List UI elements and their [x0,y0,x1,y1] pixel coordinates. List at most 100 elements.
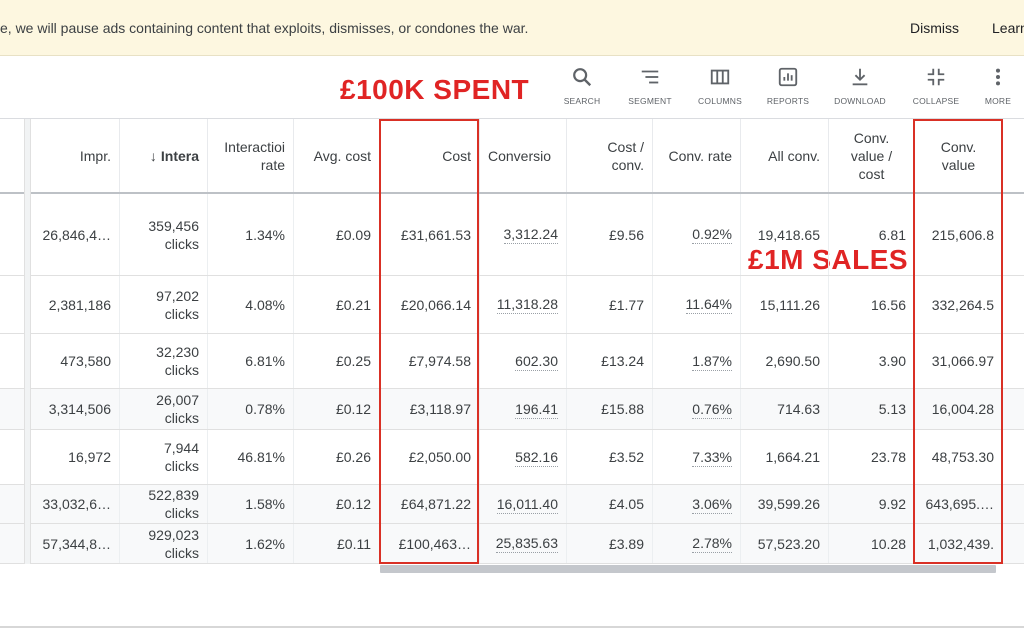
cell-all: 57,523.20 [740,524,828,563]
table-row: 26,846,4… 359,456 clicks 1.34% £0.09 £31,661.… [0,194,1024,276]
cell-cpc: £3.52 [566,430,652,484]
reports-tool-label: REPORTS [766,96,810,106]
cell-conv: 25,835.63 [479,524,566,563]
frozen-column-edge [24,119,31,564]
table-row: 473,580 32,230 clicks 6.81% £0.25 £7,974.58 60… [0,334,1024,389]
header-conversions[interactable]: Conversio [479,119,566,192]
cell-cpc: £3.89 [566,524,652,563]
dismiss-button[interactable]: Dismiss [910,20,959,36]
cell-cvc: 23.78 [828,430,914,484]
header-cost-per-conv[interactable]: Cost / conv. [566,119,652,192]
columns-tool-label: COLUMNS [698,96,742,106]
segment-tool-label: SEGMENT [628,96,672,106]
cell-crate: 1.87% [652,334,740,388]
cell-conv: 602.30 [479,334,566,388]
cell-impr: 33,032,6… [29,485,119,523]
spent-annotation: £100K SPENT [340,74,530,105]
columns-icon [710,69,730,85]
collapse-tool-label: COLLAPSE [912,96,960,106]
cell-avg: £0.21 [293,276,379,333]
sort-arrow-icon: ↓ [149,147,157,164]
cell-impr: 473,580 [29,334,119,388]
cell-impr: 3,314,506 [29,389,119,429]
cell-cvc: 5.13 [828,389,914,429]
cell-avg: £0.11 [293,524,379,563]
columns-tool[interactable]: COLUMNS [690,66,750,106]
cell-all: 1,664.21 [740,430,828,484]
cell-avg: £0.12 [293,485,379,523]
header-conv-rate[interactable]: Conv. rate [652,119,740,192]
cell-rate: 1.34% [207,194,293,275]
table-row: 16,972 7,944 clicks 46.81% £0.26 £2,050.00 582… [0,430,1024,485]
cell-rate: 46.81% [207,430,293,484]
header-avg-cost[interactable]: Avg. cost [293,119,379,192]
search-tool-label: SEARCH [563,96,601,106]
cell-impr: 57,344,8… [29,524,119,563]
cell-crate: 0.92% [652,194,740,275]
cost-highlight-box [379,119,479,564]
cell-int: 522,839 clicks [119,485,207,523]
cell-cpc: £9.56 [566,194,652,275]
cell-impr: 2,381,186 [29,276,119,333]
cell-crate: 3.06% [652,485,740,523]
table-row: 2,381,186 97,202 clicks 4.08% £0.21 £20,066.1… [0,276,1024,334]
cell-all: 714.63 [740,389,828,429]
banner-message: e, we will pause ads containing content … [0,20,529,36]
cell-crate: 2.78% [652,524,740,563]
header-interactions[interactable]: ↓ Intera [119,119,207,192]
search-tool[interactable]: SEARCH [552,66,612,106]
cell-cpc: £15.88 [566,389,652,429]
header-all-conv[interactable]: All conv. [740,119,828,192]
cell-crate: 0.76% [652,389,740,429]
header-impr[interactable]: Impr. [29,119,119,192]
cell-conv: 582.16 [479,430,566,484]
collapse-tool[interactable]: COLLAPSE [906,66,966,106]
table-row: 3,314,506 26,007 clicks 0.78% £0.12 £3,118.97… [0,389,1024,430]
header-interaction-rate[interactable]: Interactioi rate [207,119,293,192]
cell-cvc: 6.81 [828,194,914,275]
horizontal-scrollbar[interactable] [380,565,996,573]
learn-more-link[interactable]: Learn [992,20,1024,36]
cell-conv: 196.41 [479,389,566,429]
reports-icon [778,67,798,87]
more-tool-label: MORE [984,96,1012,106]
collapse-icon [927,68,945,86]
cell-rate: 1.58% [207,485,293,523]
segment-icon [641,70,659,84]
cell-cvc: 3.90 [828,334,914,388]
policy-banner: e, we will pause ads containing content … [0,0,1024,56]
cell-cpc: £13.24 [566,334,652,388]
cell-avg: £0.09 [293,194,379,275]
reports-tool[interactable]: REPORTS [758,66,818,106]
cell-all: 19,418.65 [740,194,828,275]
cell-avg: £0.12 [293,389,379,429]
more-vert-icon [995,68,1001,86]
cell-rate: 4.08% [207,276,293,333]
table-row: 57,344,8… 929,023 clicks 1.62% £0.11 £100,463… [0,524,1024,564]
segment-tool[interactable]: SEGMENT [620,66,680,106]
cell-avg: £0.25 [293,334,379,388]
download-icon [852,68,868,86]
conv-value-highlight-box [913,119,1003,564]
cell-rate: 6.81% [207,334,293,388]
cell-cvc: 16.56 [828,276,914,333]
cell-int: 7,944 clicks [119,430,207,484]
cell-all: 15,111.26 [740,276,828,333]
cell-cpc: £1.77 [566,276,652,333]
cell-rate: 0.78% [207,389,293,429]
cell-int: 32,230 clicks [119,334,207,388]
download-tool[interactable]: DOWNLOAD [830,66,890,106]
cell-impr: 26,846,4… [29,194,119,275]
cell-cvc: 9.92 [828,485,914,523]
table-row: 33,032,6… 522,839 clicks 1.58% £0.12 £64,871.… [0,485,1024,524]
cell-cpc: £4.05 [566,485,652,523]
cell-crate: 7.33% [652,430,740,484]
cell-impr: 16,972 [29,430,119,484]
table-header: Impr. ↓ Intera Interactioi rate Avg. cost … [0,119,1024,194]
more-tool[interactable]: MORE [968,66,1024,106]
cell-int: 929,023 clicks [119,524,207,563]
cell-rate: 1.62% [207,524,293,563]
header-conv-value-per-cost[interactable]: Conv. value / cost [828,119,914,192]
cell-conv: 11,318.28 [479,276,566,333]
cell-conv: 16,011.40 [479,485,566,523]
